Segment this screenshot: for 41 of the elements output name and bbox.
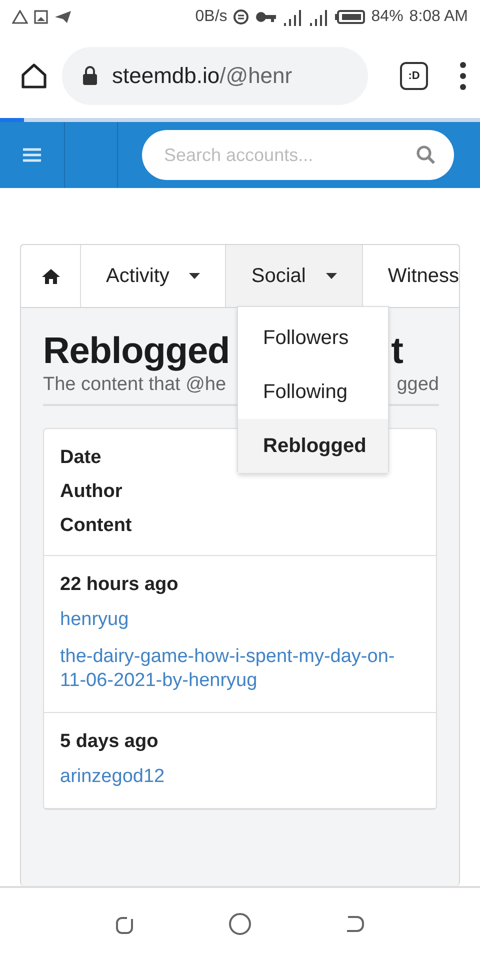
menu-item[interactable]: Followers [238,311,388,365]
menu-item[interactable]: Following [238,365,388,419]
menu-icon[interactable] [460,62,466,90]
battery-level: 84% [371,8,404,26]
image-icon [34,10,48,24]
home-icon [42,268,60,284]
page-subtitle: gged [396,374,439,396]
clock: 8:08 AM [409,8,468,26]
lock-icon [82,66,98,86]
caret-icon [326,273,337,279]
key-icon [255,11,278,23]
signal-icon [283,8,304,26]
tab-label: Activity [106,264,170,288]
tab-label: Social [251,264,306,288]
author-link[interactable]: henryug [60,608,420,633]
page-title: t [391,330,403,372]
address-bar[interactable]: steemdb.io/@henr [62,47,368,105]
battery-icon [335,10,366,24]
home-icon[interactable] [20,62,48,90]
url-text: steemdb.io/@henr [112,63,292,89]
page-title: Reblogged [43,330,230,372]
date-cell-text: 22 hours ago [60,574,180,596]
menu-item[interactable]: Reblogged [238,419,388,473]
home-tab[interactable] [21,245,82,307]
column-header: Author [60,481,124,503]
date-cell-text: 5 days ago [60,731,160,754]
column-header: Content [60,515,133,537]
author-link[interactable]: arinzegod12 [60,765,420,790]
page-subtitle: The content that @he [43,374,226,396]
caret-icon [189,273,200,279]
tab-switcher[interactable]: :D [400,62,428,90]
network-speed: 0B/s [195,8,228,26]
send-icon [54,10,72,24]
search-field[interactable]: Search accounts... [142,130,454,180]
home-button-icon[interactable] [228,912,252,936]
warning-icon [12,10,28,24]
nav-tab[interactable]: Social [226,245,363,307]
signal-icon [309,8,330,26]
content-link[interactable]: the-dairy-game-how-i-spent-my-day-on-11-06-2021-by-henryug [60,644,420,694]
data-saver-icon [233,9,250,25]
search-icon [416,145,436,165]
